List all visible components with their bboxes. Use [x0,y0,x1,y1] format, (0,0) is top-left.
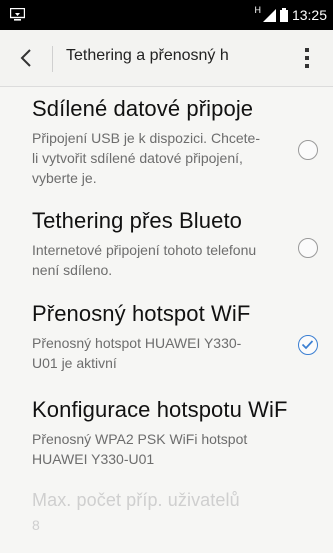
item-title: Konfigurace hotspotu WiF [32,397,288,422]
clock: 13:25 [291,7,327,23]
item-title: Sdílené datové připoje [32,96,254,121]
screen-mirror-icon [10,8,25,21]
back-button[interactable] [12,44,40,72]
item-title: Přenosný hotspot WiF [32,301,251,326]
item-title: Tethering přes Blueto [32,208,243,233]
item-title: Max. počet příp. uživatelů [32,490,240,510]
signal-icon [262,8,276,22]
check-icon [301,340,314,350]
list-item-usb-tethering[interactable]: Sdílené datové připoje Připojení USB je … [32,96,324,188]
item-subtitle: 8 [32,517,40,533]
list-item-hotspot-config[interactable]: Konfigurace hotspotu WiF Přenosný WPA2 P… [32,397,324,469]
appbar-divider [52,46,53,72]
item-subtitle: Internetové připojení tohoto telefonu ne… [32,242,257,278]
list-item-bluetooth-tethering[interactable]: Tethering přes Blueto Internetové připoj… [32,208,324,280]
bluetooth-tethering-checkbox[interactable] [298,238,318,258]
app-bar: Tethering a přenosný h [0,30,333,87]
item-subtitle: Připojení USB je k dispozici. Chcete-li … [32,130,260,186]
item-subtitle: Přenosný hotspot HUAWEI Y330-U01 je akti… [32,335,242,371]
status-bar: H 13:25 [0,0,333,30]
page-title: Tethering a přenosný h [66,47,229,64]
wifi-hotspot-checkbox[interactable] [298,335,318,355]
usb-tethering-checkbox[interactable] [298,140,318,160]
list-item-max-users: Max. počet příp. uživatelů 8 [32,490,324,535]
item-subtitle: Přenosný WPA2 PSK WiFi hotspot HUAWEI Y3… [32,431,248,467]
chevron-left-icon [20,49,31,67]
more-vert-icon [305,48,309,68]
battery-icon [279,8,288,22]
overflow-menu-button[interactable] [295,44,319,72]
list-item-wifi-hotspot[interactable]: Přenosný hotspot WiF Přenosný hotspot HU… [32,301,324,373]
network-type-indicator: H [254,5,261,15]
